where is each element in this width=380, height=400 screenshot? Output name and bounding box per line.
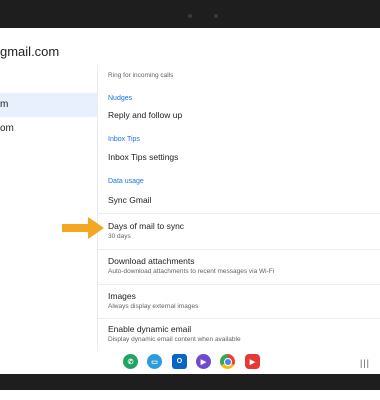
- divider: [98, 249, 380, 250]
- account-item-label: m: [0, 99, 9, 110]
- divider: [98, 284, 380, 285]
- images-item[interactable]: Images Always display external images: [108, 291, 380, 310]
- days-to-sync-title: Days of mail to sync: [108, 221, 185, 231]
- tablet-device: gmail.com m om Ring for incoming calls N…: [0, 0, 380, 400]
- ring-sub-text: Ring for incoming calls: [108, 72, 174, 79]
- dynamic-email-item[interactable]: Enable dynamic email Display dynamic ema…: [108, 324, 380, 343]
- recents-icon[interactable]: |||: [360, 358, 370, 368]
- sync-gmail-title: Sync Gmail: [108, 195, 152, 205]
- download-attachments-title: Download attachments: [108, 256, 195, 266]
- nudges-header: Nudges: [108, 95, 133, 102]
- images-sub: Always display external images: [108, 303, 199, 310]
- left-pane: m om: [0, 65, 97, 351]
- account-item-label: om: [0, 123, 14, 134]
- phone-icon[interactable]: ✆: [123, 354, 138, 369]
- messages-icon[interactable]: ▭: [147, 354, 162, 369]
- download-attachments-item[interactable]: Download attachments Auto-download attac…: [108, 256, 380, 275]
- divider: [98, 213, 380, 214]
- settings-list: Ring for incoming calls Nudges Reply and…: [98, 56, 380, 351]
- download-attachments-sub: Auto-download attachments to recent mess…: [108, 268, 275, 275]
- pointer-arrow-icon: [62, 217, 104, 239]
- dynamic-email-title: Enable dynamic email: [108, 324, 192, 334]
- bottom-bezel: [0, 374, 380, 400]
- days-to-sync-value: 30 days: [108, 233, 131, 240]
- bottom-bezel-bar: [0, 374, 380, 390]
- youtube-icon[interactable]: ▶: [245, 354, 260, 369]
- front-camera-icon: [188, 14, 192, 18]
- sensor-icon: [214, 14, 218, 18]
- images-title: Images: [108, 291, 136, 301]
- account-item-selected[interactable]: m: [0, 93, 97, 117]
- top-bezel: [0, 0, 380, 28]
- account-title: gmail.com: [0, 44, 60, 59]
- tv-icon[interactable]: ▶: [196, 354, 211, 369]
- dock-bar: ✆ ▭ O ▶ ▶ |||: [0, 351, 380, 374]
- sync-gmail-item[interactable]: Sync Gmail: [108, 195, 380, 205]
- screen: gmail.com m om Ring for incoming calls N…: [0, 28, 380, 374]
- outlook-icon[interactable]: O: [172, 354, 187, 369]
- chrome-icon[interactable]: [220, 354, 235, 369]
- dynamic-email-sub: Display dynamic email content when avail…: [108, 336, 241, 343]
- data-usage-header: Data usage: [108, 178, 144, 185]
- reply-follow-up-item[interactable]: Reply and follow up: [108, 110, 380, 120]
- divider: [98, 318, 380, 319]
- inbox-tips-header: Inbox Tips: [108, 136, 140, 143]
- account-item[interactable]: om: [0, 117, 97, 141]
- inbox-tips-settings-item[interactable]: Inbox Tips settings: [108, 152, 380, 162]
- days-to-sync-item[interactable]: Days of mail to sync 30 days: [108, 221, 380, 240]
